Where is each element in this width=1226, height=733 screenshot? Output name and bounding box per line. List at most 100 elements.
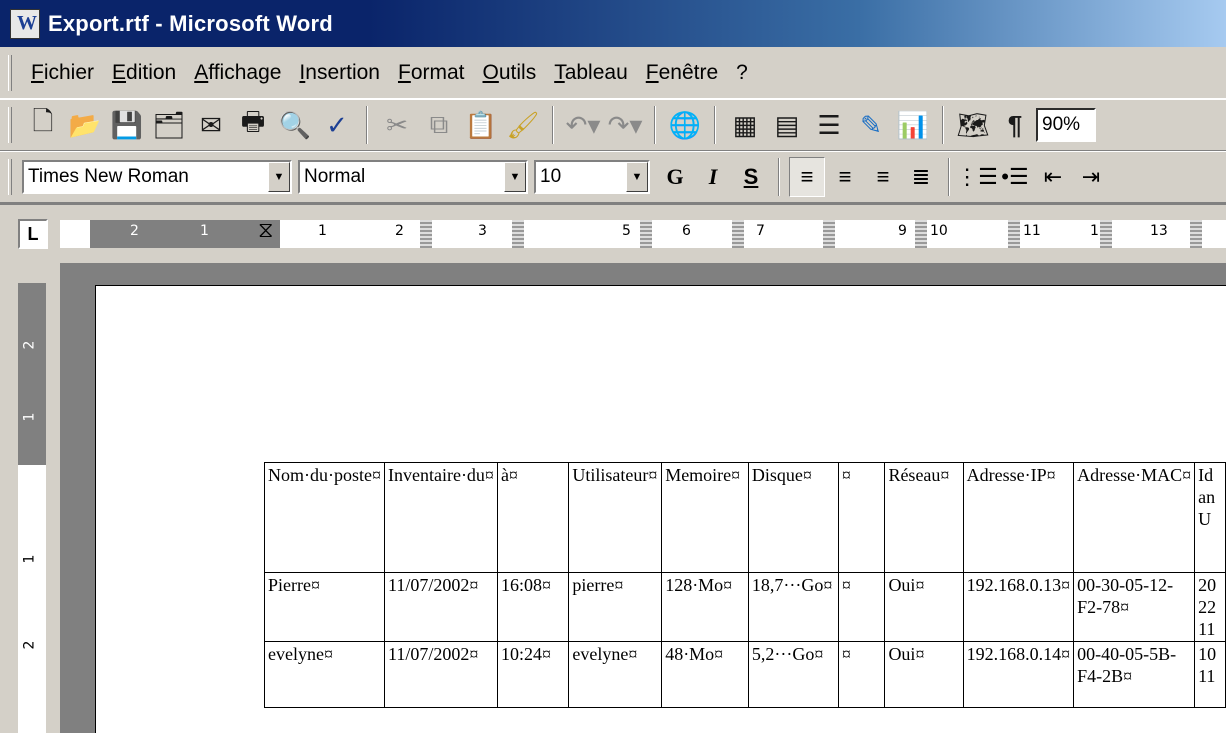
table-cell[interactable]: Adresse·MAC¤ (1073, 462, 1196, 573)
table-cell[interactable]: 11/07/2002¤ (383, 572, 498, 642)
menu-outils[interactable]: Outils (474, 61, 546, 85)
email-icon[interactable]: ✉ (192, 105, 230, 145)
table-cell[interactable]: 10:24¤ (496, 641, 570, 708)
chevron-down-icon[interactable]: ▼ (504, 162, 526, 192)
menu-edition[interactable]: Edition (103, 61, 185, 85)
table-cell[interactable]: Réseau¤ (884, 462, 964, 573)
table-cell[interactable]: 11/07/2002¤ (383, 641, 498, 708)
table-cell[interactable]: 192.168.0.13¤ (962, 572, 1075, 642)
copy-icon[interactable]: ⧉ (420, 105, 458, 145)
column-marker[interactable] (1008, 220, 1020, 248)
document-map-icon[interactable]: 🗺 (954, 105, 992, 145)
table-cell[interactable]: Id an U (1194, 462, 1226, 573)
column-marker[interactable] (732, 220, 744, 248)
table-cell[interactable]: ¤ (837, 572, 886, 642)
table-cell[interactable]: 5,2···Go¤ (747, 641, 839, 708)
open-folder-icon[interactable]: 📂 (66, 105, 104, 145)
vertical-ruler[interactable]: 2 1 1 2 (18, 283, 46, 733)
spelling-icon[interactable]: ✓ (318, 105, 356, 145)
chevron-down-icon[interactable]: ▼ (268, 162, 290, 192)
table-cell[interactable]: à¤ (496, 462, 570, 573)
drawing-icon[interactable]: ✎ (852, 105, 890, 145)
save-icon[interactable]: 💾 (108, 105, 146, 145)
print-preview-icon[interactable]: 🔍 (276, 105, 314, 145)
chart-icon[interactable]: 📊 (894, 105, 932, 145)
bold-button[interactable]: G (657, 157, 693, 197)
first-line-indent-icon[interactable]: ⧖ (258, 220, 273, 243)
menu-tableau[interactable]: Tableau (545, 61, 637, 85)
justify-icon[interactable]: ≣ (903, 157, 939, 197)
align-center-icon[interactable]: ≡ (827, 157, 863, 197)
title-bar[interactable]: Export.rtf - Microsoft Word (0, 0, 1226, 47)
table-cell[interactable]: ¤ (837, 462, 886, 573)
toolbar-grip[interactable] (8, 159, 12, 195)
table-cell[interactable]: Disque¤ (747, 462, 839, 573)
data-table[interactable]: Nom·du·poste¤ Inventaire·du¤ à¤ Utilisat… (264, 462, 1226, 708)
tab-selector[interactable]: L (18, 219, 48, 249)
table-cell[interactable]: Inventaire·du¤ (383, 462, 498, 573)
italic-button[interactable]: I (695, 157, 731, 197)
table-cell[interactable]: evelyne¤ (264, 641, 385, 708)
menu-help[interactable]: ? (727, 61, 757, 85)
cut-icon[interactable]: ✂ (378, 105, 416, 145)
column-marker[interactable] (420, 220, 432, 248)
undo-icon[interactable]: ↶▾ (564, 105, 602, 145)
table-cell[interactable]: pierre¤ (568, 572, 663, 642)
size-select[interactable]: 10 ▼ (534, 160, 650, 194)
table-cell[interactable]: Oui¤ (884, 641, 964, 708)
column-marker[interactable] (1190, 220, 1202, 248)
document-page[interactable]: Nom·du·poste¤ Inventaire·du¤ à¤ Utilisat… (95, 285, 1226, 733)
column-marker[interactable] (512, 220, 524, 248)
format-painter-icon[interactable]: 🖌 (504, 105, 542, 145)
insert-table-icon[interactable]: ▤ (768, 105, 806, 145)
menu-grip[interactable] (8, 54, 12, 91)
menu-fichier[interactable]: Fichier (22, 61, 103, 85)
tables-borders-icon[interactable]: ▦ (726, 105, 764, 145)
chevron-down-icon[interactable]: ▼ (626, 162, 648, 192)
table-cell[interactable]: 48·Mo¤ (661, 641, 749, 708)
table-cell[interactable]: Nom·du·poste¤ (264, 462, 385, 573)
table-cell[interactable]: Memoire¤ (661, 462, 749, 573)
table-cell[interactable]: Utilisateur¤ (568, 462, 663, 573)
table-cell[interactable]: 00-40-05-5B-F4-2B¤ (1073, 641, 1196, 708)
table-cell[interactable]: Adresse·IP¤ (962, 462, 1075, 573)
table-cell[interactable]: 00-30-05-12-F2-78¤ (1073, 572, 1196, 642)
table-cell[interactable]: ¤ (837, 641, 886, 708)
table-cell[interactable]: 192.168.0.14¤ (962, 641, 1075, 708)
menu-insertion[interactable]: Insertion (290, 61, 389, 85)
web-folder-icon[interactable]: 🗂 (150, 105, 188, 145)
menu-fenetre[interactable]: Fenêtre (637, 61, 727, 85)
column-marker[interactable] (823, 220, 835, 248)
hyperlink-icon[interactable]: 🌐 (666, 105, 704, 145)
column-marker[interactable] (640, 220, 652, 248)
table-cell[interactable]: Oui¤ (884, 572, 964, 642)
new-document-icon[interactable]: 🗋 (24, 105, 62, 145)
toolbar-grip[interactable] (8, 107, 12, 143)
horizontal-ruler[interactable]: 2 1 ⧖ 1 2 3 5 6 7 9 10 11 1 13 (60, 220, 1226, 248)
table-cell[interactable]: 18,7···Go¤ (747, 572, 839, 642)
align-left-icon[interactable]: ≡ (789, 157, 825, 197)
font-select[interactable]: Times New Roman ▼ (22, 160, 292, 194)
document-area[interactable]: Nom·du·poste¤ Inventaire·du¤ à¤ Utilisat… (60, 263, 1226, 733)
underline-button[interactable]: S (733, 157, 769, 197)
menu-format[interactable]: Format (389, 61, 474, 85)
column-marker[interactable] (1100, 220, 1112, 248)
decrease-indent-icon[interactable]: ⇤ (1035, 157, 1071, 197)
table-cell[interactable]: 20 22 11 (1194, 572, 1226, 642)
menu-affichage[interactable]: Affichage (185, 61, 290, 85)
word-app-icon[interactable] (10, 8, 40, 39)
align-right-icon[interactable]: ≡ (865, 157, 901, 197)
table-cell[interactable]: 16:08¤ (496, 572, 570, 642)
table-cell[interactable]: 128·Mo¤ (661, 572, 749, 642)
column-marker[interactable] (915, 220, 927, 248)
table-cell[interactable]: evelyne¤ (568, 641, 663, 708)
style-select[interactable]: Normal ▼ (298, 160, 528, 194)
show-hide-icon[interactable]: ¶ (996, 105, 1034, 145)
table-cell[interactable]: 10 11 (1194, 641, 1226, 708)
zoom-select[interactable]: 90% (1036, 108, 1096, 142)
print-icon[interactable]: 🖶 (234, 105, 272, 145)
increase-indent-icon[interactable]: ⇥ (1073, 157, 1109, 197)
columns-icon[interactable]: ☰ (810, 105, 848, 145)
table-cell[interactable]: Pierre¤ (264, 572, 385, 642)
bullets-icon[interactable]: •☰ (997, 157, 1033, 197)
